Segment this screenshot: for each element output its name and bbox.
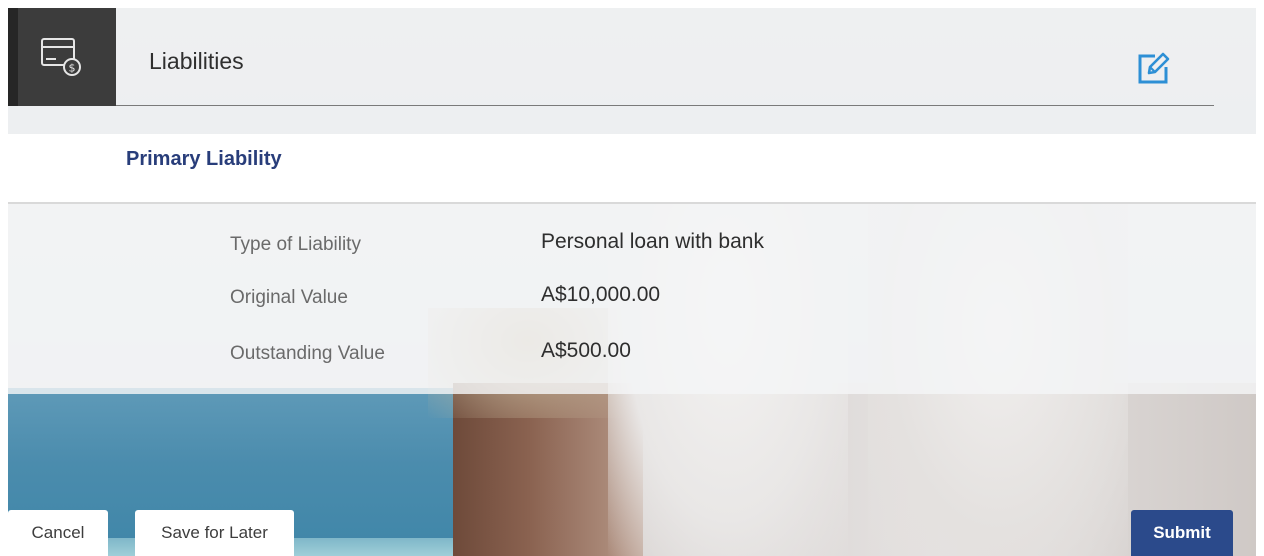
detail-label: Type of Liability — [230, 234, 361, 255]
page-title: Liabilities — [149, 48, 244, 74]
edit-pencil-icon[interactable] — [1135, 51, 1171, 87]
save-for-later-button[interactable]: Save for Later — [135, 510, 294, 556]
detail-row: Original Value A$10,000.00 — [8, 283, 1256, 313]
page-header: $ Liabilities — [8, 8, 1256, 134]
section-header: Primary Liability — [8, 134, 1256, 204]
detail-row: Type of Liability Personal loan with ban… — [8, 230, 1256, 260]
header-icon-block: $ — [8, 8, 116, 106]
detail-row: Outstanding Value A$500.00 — [8, 339, 1256, 369]
submit-button[interactable]: Submit — [1131, 510, 1233, 556]
section-title: Primary Liability — [126, 148, 282, 170]
detail-label: Original Value — [230, 287, 348, 308]
detail-value: A$10,000.00 — [541, 283, 661, 306]
detail-value: Personal loan with bank — [541, 230, 764, 253]
detail-label: Outstanding Value — [230, 343, 385, 364]
cancel-button[interactable]: Cancel — [8, 510, 108, 556]
liability-card-dollar-icon: $ — [41, 38, 81, 76]
detail-value: A$500.00 — [541, 339, 631, 362]
liability-details: Type of Liability Personal loan with ban… — [8, 204, 1256, 394]
header-divider — [116, 105, 1214, 106]
svg-text:$: $ — [69, 62, 76, 75]
